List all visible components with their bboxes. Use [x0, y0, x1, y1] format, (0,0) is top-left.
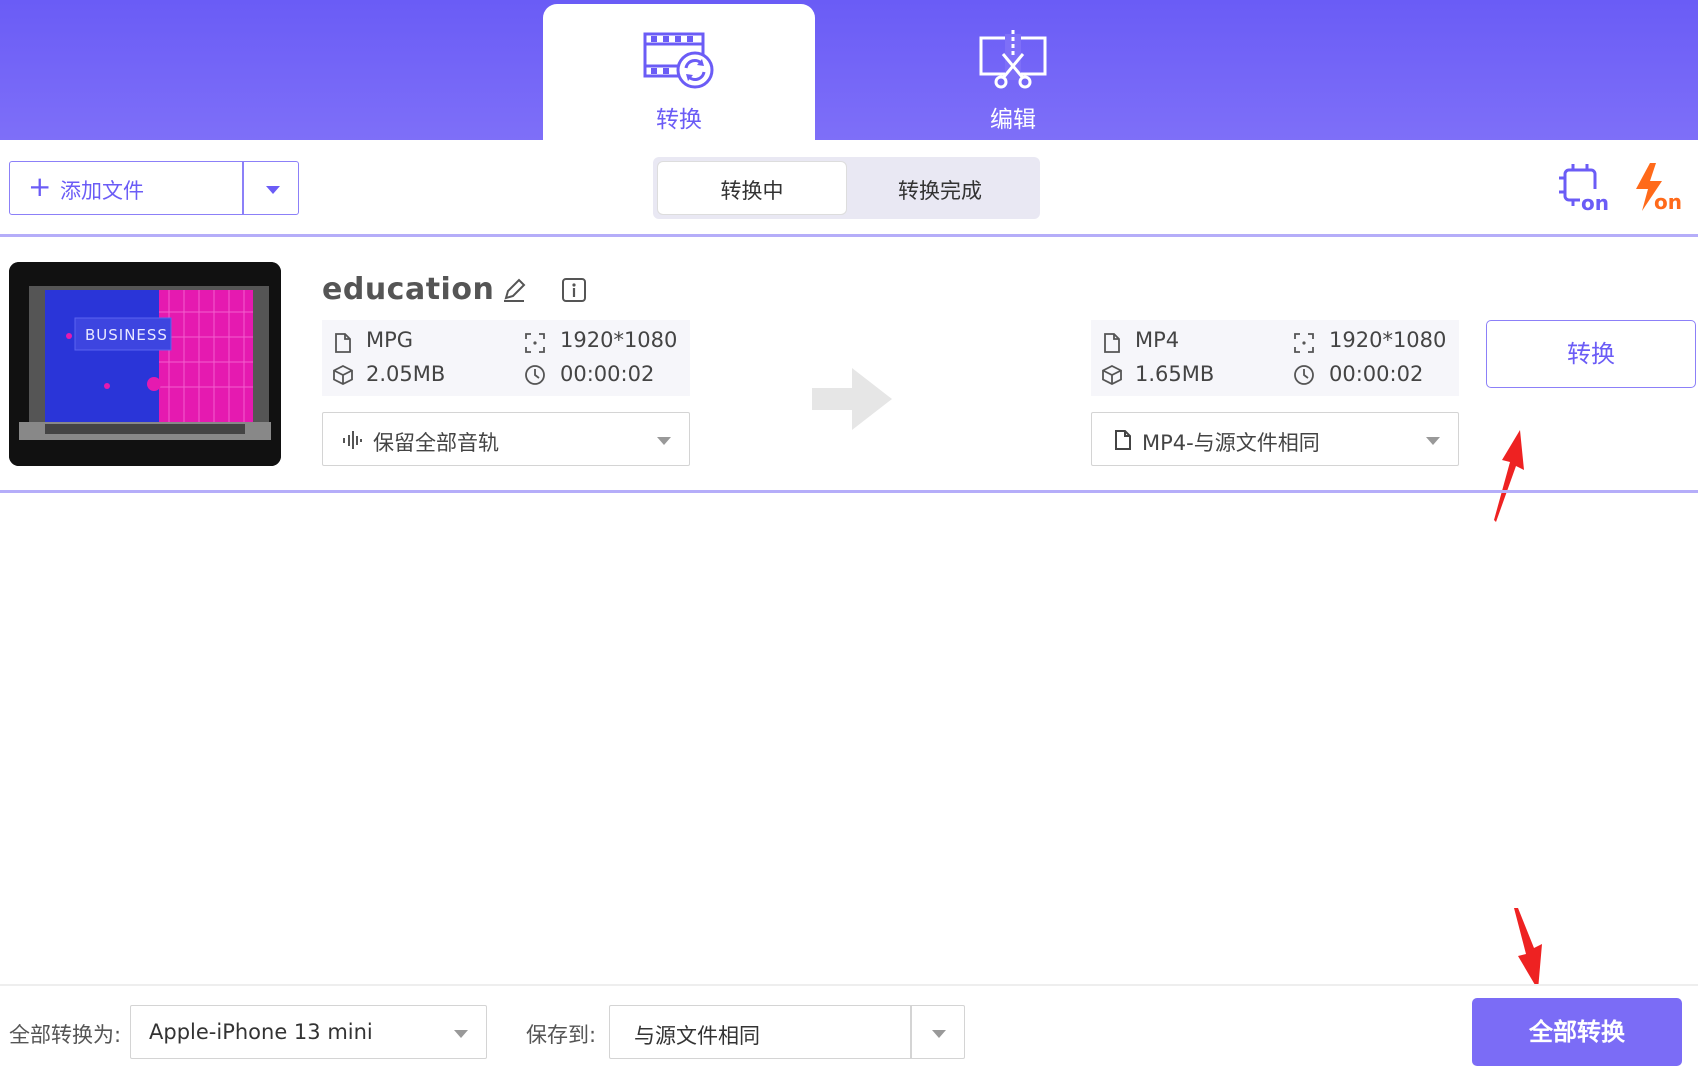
source-duration: 00:00:02: [560, 362, 655, 386]
add-file-separator: [242, 162, 244, 214]
audio-track-value: 保留全部音轨: [373, 431, 499, 455]
target-format: MP4: [1135, 328, 1180, 352]
audio-track-select[interactable]: 保留全部音轨: [322, 412, 690, 466]
clock-icon: [1294, 365, 1314, 385]
save-to-label: 保存到:: [526, 1023, 597, 1047]
save-to-separator: [910, 1006, 912, 1058]
target-resolution: 1920*1080: [1329, 328, 1447, 352]
segment-completed[interactable]: 转换完成: [846, 175, 1034, 205]
video-thumbnail[interactable]: BUSINESS: [9, 262, 281, 466]
target-duration: 00:00:02: [1329, 362, 1424, 386]
annotation-arrow-up-icon: [1494, 430, 1524, 522]
svg-text:on: on: [1581, 191, 1608, 213]
chevron-down-icon[interactable]: [932, 1030, 946, 1038]
file-icon: [335, 333, 351, 353]
segment-converting-label: 转换中: [720, 179, 784, 203]
source-resolution: 1920*1080: [560, 328, 678, 352]
source-format: MPG: [366, 328, 414, 352]
convert-all-to-label: 全部转换为:: [9, 1023, 122, 1047]
file-icon: [1115, 430, 1131, 450]
pencil-edit-icon[interactable]: [500, 276, 528, 304]
save-to-value: 与源文件相同: [634, 1024, 760, 1048]
add-file-button[interactable]: + 添加文件: [9, 161, 299, 215]
app-header: [0, 0, 1698, 140]
convert-all-button[interactable]: 全部转换: [1472, 998, 1682, 1066]
flash-on-icon[interactable]: on: [1632, 163, 1684, 213]
resolution-icon: [525, 333, 545, 353]
chevron-down-icon: [1426, 437, 1440, 445]
tab-convert-label: 转换: [656, 107, 702, 133]
chevron-down-icon: [454, 1030, 468, 1038]
svg-text:BUSINESS: BUSINESS: [85, 326, 168, 344]
chevron-down-icon: [657, 437, 671, 445]
file-name: education: [322, 272, 495, 307]
chevron-down-icon[interactable]: [266, 186, 280, 194]
audio-wave-icon: [343, 431, 362, 449]
scissors-edit-icon: [979, 30, 1047, 89]
row-divider: [0, 490, 1698, 493]
file-size-icon: [333, 364, 353, 386]
source-size: 2.05MB: [366, 362, 446, 386]
file-size-icon: [1102, 364, 1122, 386]
target-size: 1.65MB: [1135, 362, 1215, 386]
tab-convert[interactable]: 转换: [543, 4, 815, 140]
output-format-value: MP4-与源文件相同: [1142, 431, 1320, 455]
tab-edit-label: 编辑: [990, 107, 1036, 133]
clock-icon: [525, 365, 545, 385]
convert-all-to-value: Apple-iPhone 13 mini: [149, 1020, 373, 1044]
tab-edit[interactable]: 编辑: [877, 4, 1149, 140]
save-to-select[interactable]: 与源文件相同: [609, 1005, 965, 1059]
cpu-on-icon[interactable]: on: [1558, 163, 1608, 213]
add-file-label: 添加文件: [60, 179, 144, 203]
convert-button-label: 转换: [1567, 340, 1615, 368]
svg-text:on: on: [1654, 190, 1682, 213]
convert-all-button-label: 全部转换: [1529, 1018, 1625, 1046]
file-icon: [1104, 333, 1120, 353]
annotation-arrow-down-icon: [1514, 908, 1542, 990]
laptop-thumbnail-image: BUSINESS: [9, 262, 281, 466]
arrow-right-icon: [812, 368, 892, 430]
video-convert-icon: [643, 32, 714, 89]
info-icon[interactable]: [560, 276, 588, 304]
resolution-icon: [1294, 333, 1314, 353]
convert-button[interactable]: 转换: [1486, 320, 1696, 388]
plus-icon: +: [28, 170, 52, 203]
convert-all-to-select[interactable]: Apple-iPhone 13 mini: [130, 1005, 487, 1059]
output-format-select[interactable]: MP4-与源文件相同: [1091, 412, 1459, 466]
